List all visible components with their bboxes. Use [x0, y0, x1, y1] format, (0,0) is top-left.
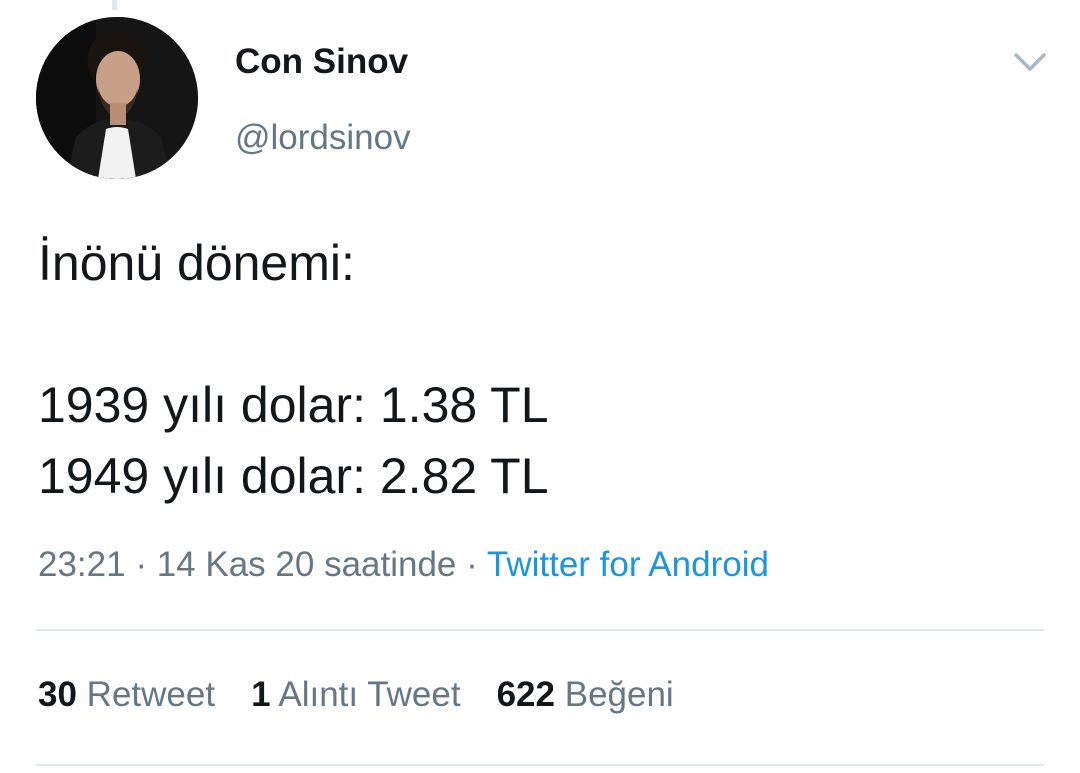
avatar-photo	[36, 17, 198, 179]
tweet-stats: 30 Retweet 1 Alıntı Tweet 622 Beğeni	[38, 675, 674, 715]
meta-separator: ·	[466, 545, 478, 584]
retweets-stat[interactable]: 30 Retweet	[38, 675, 215, 715]
tweet-text-line	[38, 299, 549, 370]
tweet-text: İnönü dönemi: 1939 yılı dolar: 1.38 TL 194…	[38, 228, 549, 512]
tweet-date[interactable]: 14 Kas 20 saatinde	[157, 545, 457, 584]
avatar[interactable]	[36, 17, 198, 179]
tweet-meta: 23:21 · 14 Kas 20 saatinde · Twitter for…	[38, 545, 769, 585]
quotes-count: 1	[251, 675, 271, 714]
likes-count: 622	[496, 675, 555, 714]
tweet-text-line: 1939 yılı dolar: 1.38 TL	[38, 377, 549, 433]
divider	[36, 629, 1044, 631]
tweet-text-line: İnönü dönemi:	[38, 235, 355, 291]
quotes-label: Alıntı Tweet	[278, 675, 461, 714]
quotes-stat[interactable]: 1 Alıntı Tweet	[251, 675, 461, 715]
tweet-text-line: 1949 yılı dolar: 2.82 TL	[38, 448, 549, 504]
meta-separator: ·	[135, 545, 147, 584]
chevron-down-icon[interactable]	[1010, 45, 1050, 77]
author-handle[interactable]: @lordsinov	[235, 118, 411, 158]
divider	[36, 764, 1044, 766]
thread-connector-line	[112, 0, 117, 10]
likes-label: Beğeni	[564, 675, 674, 714]
likes-stat[interactable]: 622 Beğeni	[497, 675, 674, 715]
tweet-source-link[interactable]: Twitter for Android	[487, 545, 769, 584]
retweets-label: Retweet	[86, 675, 216, 714]
retweets-count: 30	[38, 675, 77, 714]
author-display-name[interactable]: Con Sinov	[235, 42, 408, 82]
tweet-time[interactable]: 23:21	[38, 545, 126, 584]
